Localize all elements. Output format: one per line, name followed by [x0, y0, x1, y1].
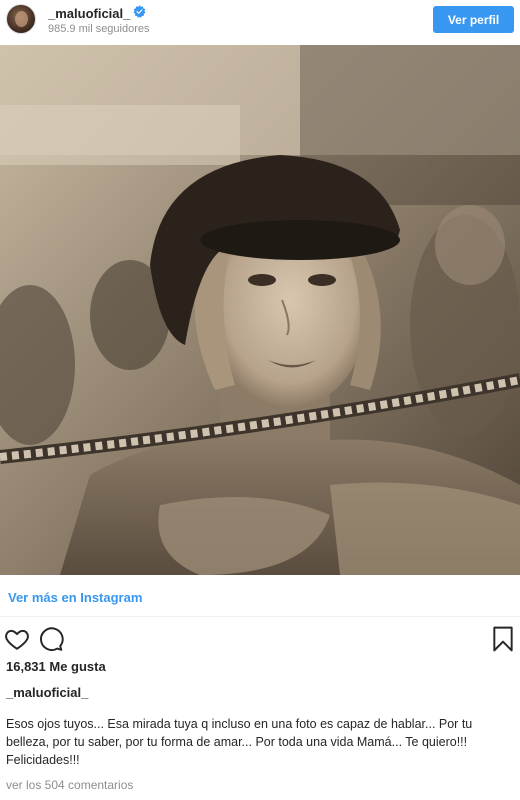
avatar[interactable]	[6, 4, 36, 34]
username-link[interactable]: _maluoficial_	[48, 6, 130, 21]
comment-bubble-icon[interactable]	[38, 626, 64, 652]
caption-username[interactable]: _maluoficial_	[6, 685, 88, 700]
likes-count[interactable]: 16,831 Me gusta	[6, 659, 106, 674]
post-header: _maluoficial_ 985.9 mil seguidores Ver p…	[0, 0, 520, 44]
view-all-comments-link[interactable]: ver los 504 comentarios	[6, 778, 133, 792]
view-on-instagram-link[interactable]: Ver más en Instagram	[8, 590, 142, 605]
caption-text: Esos ojos tuyos... Esa mirada tuya q inc…	[6, 717, 473, 767]
post-photo[interactable]	[0, 45, 520, 575]
verified-badge-icon	[133, 5, 146, 18]
divider	[0, 616, 520, 617]
heart-icon[interactable]	[4, 626, 30, 652]
portrait-photo-illustration	[0, 45, 520, 575]
view-profile-button[interactable]: Ver perfil	[433, 6, 514, 33]
followers-count: 985.9 mil seguidores	[48, 23, 150, 35]
bookmark-icon[interactable]	[492, 626, 514, 652]
